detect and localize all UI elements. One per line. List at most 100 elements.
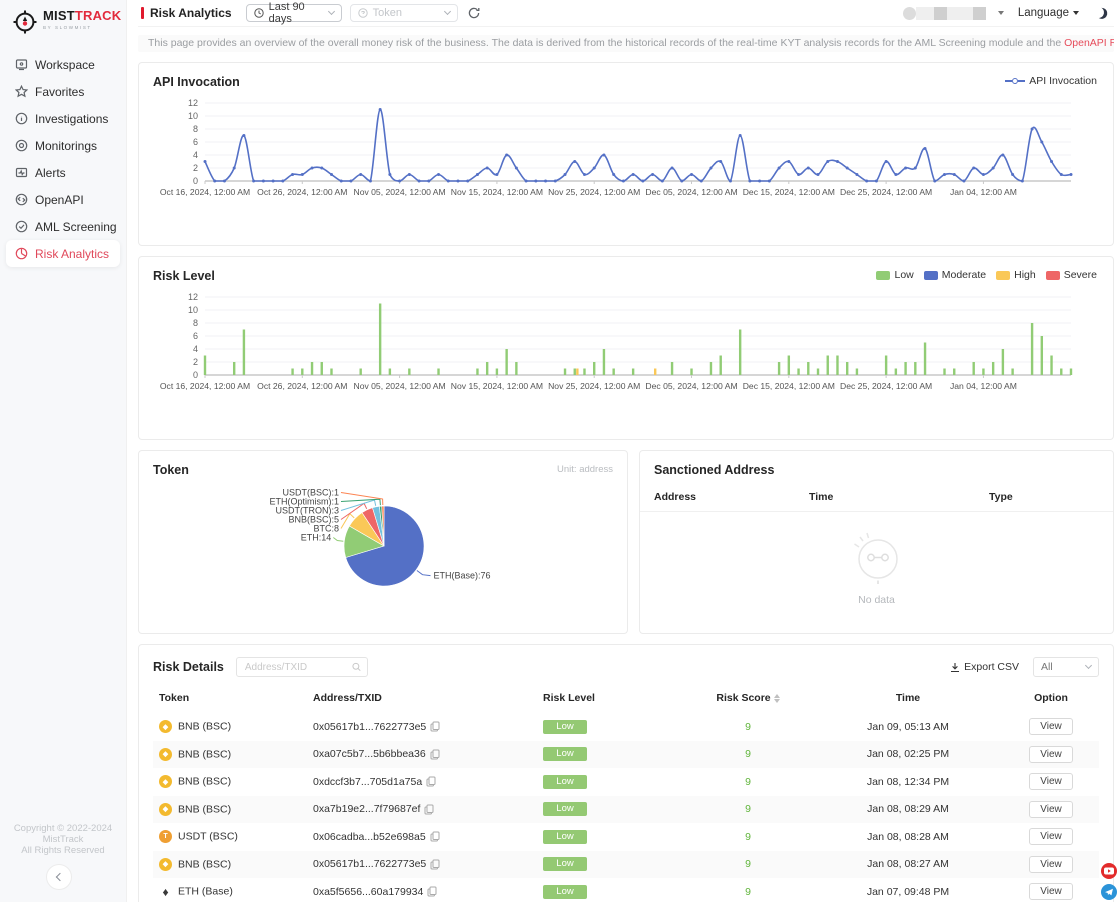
workspace-icon <box>15 58 28 71</box>
svg-text:6: 6 <box>193 137 198 147</box>
copyright-line1: Copyright © 2022-2024 MistTrack <box>0 823 126 845</box>
chevron-down-icon <box>444 8 451 15</box>
address-text[interactable]: 0xa7b19e2...7f79687ef <box>313 803 420 815</box>
view-button[interactable]: View <box>1029 801 1073 818</box>
svg-text:8: 8 <box>193 124 198 134</box>
legend-swatch <box>996 271 1010 280</box>
copyright-line2: All Rights Reserved <box>0 845 126 856</box>
sidebar-item-investigations[interactable]: Investigations <box>0 105 126 132</box>
info-banner: This page provides an overview of the ov… <box>138 35 1114 52</box>
clock-icon <box>254 8 264 18</box>
search-input[interactable] <box>245 662 352 673</box>
account-caret-icon[interactable] <box>998 11 1004 15</box>
star-icon <box>15 85 28 98</box>
svg-text:Nov 05, 2024, 12:00 AM: Nov 05, 2024, 12:00 AM <box>353 187 445 197</box>
openapi-risk-score-link[interactable]: OpenAPI Risk Score <box>1064 37 1114 49</box>
legend-swatch <box>1046 271 1060 280</box>
view-button[interactable]: View <box>1029 883 1073 900</box>
usdt-coin-icon: T <box>159 830 172 843</box>
refresh-button[interactable] <box>468 7 480 19</box>
topbar-right: Language <box>903 7 1114 20</box>
telegram-button[interactable] <box>1101 884 1117 900</box>
api-invocation-legend[interactable]: API Invocation <box>1005 75 1097 87</box>
legend-item-high[interactable]: High <box>996 269 1036 281</box>
sidebar-collapse-button[interactable] <box>46 864 72 890</box>
copy-icon[interactable] <box>430 859 440 870</box>
sidebar-item-workspace[interactable]: Workspace <box>0 51 126 78</box>
sidebar-item-risk-analytics[interactable]: Risk Analytics <box>6 240 120 267</box>
token-filter-select[interactable]: Token <box>350 4 458 22</box>
copy-icon[interactable] <box>430 721 440 732</box>
svg-text:8: 8 <box>193 318 198 328</box>
row-time: Jan 08, 08:28 AM <box>813 831 1003 843</box>
sidebar-item-favorites[interactable]: Favorites <box>0 78 126 105</box>
sidebar-item-alerts[interactable]: Alerts <box>0 159 126 186</box>
search-box[interactable] <box>236 657 368 677</box>
copy-icon[interactable] <box>427 886 437 897</box>
address-text[interactable]: 0x06cadba...b52e698a5 <box>313 831 426 843</box>
table-row: ◆BNB (BSC)0xdccf3b7...705d1a75aLow9Jan 0… <box>153 768 1099 796</box>
title-accent-bar <box>141 7 144 19</box>
search-icon <box>352 662 361 672</box>
table-row: ◆BNB (BSC)0xa07c5b7...5b6bbea36Low9Jan 0… <box>153 741 1099 769</box>
sanctioned-title: Sanctioned Address <box>640 451 1113 477</box>
address-text[interactable]: 0xdccf3b7...705d1a75a <box>313 776 422 788</box>
page-title-text: Risk Analytics <box>150 6 232 20</box>
dark-mode-toggle-moon-icon[interactable] <box>1092 5 1105 18</box>
risk-filter-select[interactable]: All <box>1033 657 1099 677</box>
export-csv-button[interactable]: Export CSV <box>950 661 1019 673</box>
banner-text: This page provides an overview of the ov… <box>148 37 1064 49</box>
sidebar-item-aml-screening[interactable]: AML Screening <box>0 213 126 240</box>
address-text[interactable]: 0xa5f5656...60a179934 <box>313 886 423 898</box>
sidebar-item-label: Monitorings <box>35 139 97 153</box>
copy-icon[interactable] <box>430 831 440 842</box>
main-content: Risk Analytics Last 90 days Token <box>127 0 1120 902</box>
copyright: Copyright © 2022-2024 MistTrack All Righ… <box>0 823 126 856</box>
row-time: Jan 08, 02:25 PM <box>813 748 1003 760</box>
sidebar-item-openapi[interactable]: OpenAPI <box>0 186 126 213</box>
legend-label: High <box>1014 269 1036 281</box>
sidebar-item-monitorings[interactable]: Monitorings <box>0 132 126 159</box>
youtube-button[interactable] <box>1101 863 1117 879</box>
bnb-coin-icon: ◆ <box>159 775 172 788</box>
legend-item-severe[interactable]: Severe <box>1046 269 1097 281</box>
legend-item-moderate[interactable]: Moderate <box>924 269 986 281</box>
legend-label: Low <box>894 269 913 281</box>
view-button[interactable]: View <box>1029 718 1073 735</box>
openapi-icon <box>15 193 28 206</box>
topbar: Risk Analytics Last 90 days Token <box>138 0 1114 27</box>
risk-score: 9 <box>683 886 813 898</box>
token-filter-placeholder: Token <box>373 7 440 19</box>
risk-filter-value: All <box>1041 661 1086 673</box>
column-risk-score[interactable]: Risk Score <box>683 692 813 704</box>
download-icon <box>950 662 960 673</box>
risk-details-card: Risk Details Export CSV All Token Addres… <box>138 644 1114 902</box>
svg-text:10: 10 <box>188 111 198 121</box>
date-range-select[interactable]: Last 90 days <box>246 4 342 22</box>
svg-text:Dec 15, 2024, 12:00 AM: Dec 15, 2024, 12:00 AM <box>743 381 835 391</box>
copy-icon[interactable] <box>430 749 440 760</box>
chevron-left-icon <box>56 873 64 881</box>
address-text[interactable]: 0x05617b1...7622773e5 <box>313 721 426 733</box>
risk-level-card: Risk Level LowModerateHighSevere 0246810… <box>138 256 1114 440</box>
monitorings-icon <box>15 139 28 152</box>
bnb-coin-icon: ◆ <box>159 748 172 761</box>
chevron-down-icon <box>328 8 335 15</box>
address-text[interactable]: 0xa07c5b7...5b6bbea36 <box>313 748 426 760</box>
copy-icon[interactable] <box>426 776 436 787</box>
view-button[interactable]: View <box>1029 828 1073 845</box>
account-skeleton <box>903 7 986 20</box>
view-button[interactable]: View <box>1029 856 1073 873</box>
empty-state: No data <box>640 526 1113 606</box>
brand-logo[interactable]: MISTTRACK BY SLOWMIST <box>0 0 126 45</box>
view-button[interactable]: View <box>1029 746 1073 763</box>
line-legend-marker-icon <box>1005 78 1025 84</box>
view-button[interactable]: View <box>1029 773 1073 790</box>
svg-text:Dec 15, 2024, 12:00 AM: Dec 15, 2024, 12:00 AM <box>743 187 835 197</box>
copy-icon[interactable] <box>424 804 434 815</box>
sort-icon[interactable] <box>774 694 780 703</box>
language-select[interactable]: Language <box>1018 7 1079 19</box>
legend-swatch <box>876 271 890 280</box>
legend-item-low[interactable]: Low <box>876 269 913 281</box>
address-text[interactable]: 0x05617b1...7622773e5 <box>313 858 426 870</box>
